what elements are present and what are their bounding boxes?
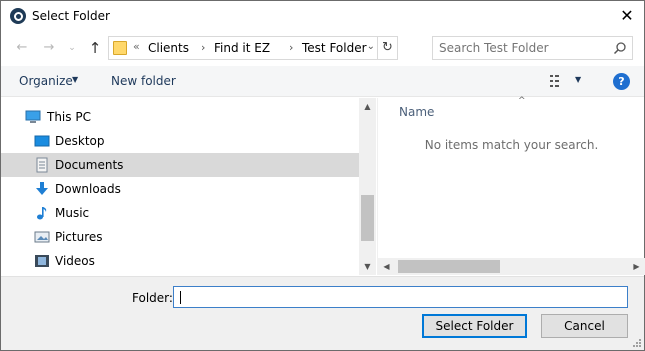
navigation-pane-scrollbar[interactable]: ▲ ▼ [359, 98, 376, 275]
breadcrumb-find-it-ez[interactable]: Find it EZ [214, 41, 270, 55]
file-list-pane: ^ Name No items match your search. ◀ ▶ [377, 96, 645, 275]
forward-arrow-icon[interactable]: → [41, 40, 57, 56]
search-icon[interactable] [613, 41, 627, 55]
tree-item-pictures[interactable]: Pictures [1, 225, 359, 249]
tree-item-label: Desktop [55, 134, 105, 148]
title-bar: Select Folder ✕ [1, 1, 644, 31]
tree-item-label: Videos [55, 254, 95, 268]
tree-item-label: Pictures [55, 230, 103, 244]
view-dropdown-icon[interactable]: ▼ [575, 75, 581, 84]
column-header-name[interactable]: Name [399, 105, 434, 119]
navigation-pane: This PC Desktop Documents Downloads Musi… [1, 98, 376, 275]
view-options-icon[interactable] [550, 75, 568, 87]
back-arrow-icon[interactable]: ← [14, 40, 30, 56]
empty-results-message: No items match your search. [424, 138, 599, 152]
command-toolbar: Organize ▼ New folder ▼ ? [1, 66, 644, 97]
desktop-icon [34, 135, 50, 147]
refresh-icon[interactable]: ↻ [377, 37, 397, 59]
search-box[interactable] [432, 36, 633, 60]
breadcrumb-separator-icon[interactable]: › [201, 41, 205, 54]
app-search-icon [10, 8, 26, 24]
cancel-button[interactable]: Cancel [541, 314, 628, 338]
file-list-horizontal-scrollbar[interactable]: ◀ ▶ [378, 258, 645, 275]
sort-indicator-icon: ^ [518, 96, 526, 106]
scrollbar-thumb[interactable] [398, 260, 500, 273]
select-folder-button[interactable]: Select Folder [422, 314, 527, 338]
window-title: Select Folder [32, 9, 110, 23]
scrollbar-thumb[interactable] [361, 195, 374, 241]
tree-item-label: Music [55, 206, 90, 220]
dialog-footer: Folder: Select Folder Cancel [1, 276, 644, 350]
text-caret [180, 291, 181, 304]
recent-locations-chevron-icon[interactable]: ⌄ [64, 40, 80, 56]
select-folder-dialog: Select Folder ✕ ← → ⌄ ↑ « Clients › Find… [0, 0, 645, 351]
computer-icon [25, 110, 41, 123]
music-icon [37, 207, 47, 220]
tree-item-this-pc[interactable]: This PC [1, 105, 359, 129]
tree-item-label: Documents [55, 158, 124, 172]
organize-dropdown-icon[interactable]: ▼ [72, 75, 78, 84]
tree-item-music[interactable]: Music [1, 201, 359, 225]
address-overflow-icon[interactable]: « [133, 40, 140, 53]
breadcrumb-test-folder[interactable]: Test Folder [302, 41, 367, 55]
address-bar[interactable]: « Clients › Find it EZ › Test Folder ⌄ ↻ [108, 36, 398, 60]
scroll-up-icon[interactable]: ▲ [359, 102, 376, 111]
tree-item-downloads[interactable]: Downloads [1, 177, 359, 201]
pictures-icon [34, 231, 50, 243]
breadcrumb-separator-icon[interactable]: › [289, 41, 293, 54]
downloads-icon [36, 182, 48, 195]
scroll-right-icon[interactable]: ▶ [628, 262, 645, 271]
resize-grip-icon[interactable] [632, 338, 642, 348]
up-arrow-icon[interactable]: ↑ [87, 40, 103, 56]
tree-item-label: Downloads [55, 182, 121, 196]
tree-item-desktop[interactable]: Desktop [1, 129, 359, 153]
tree-item-documents[interactable]: Documents [1, 153, 359, 177]
address-dropdown-icon[interactable]: ⌄ [367, 41, 375, 52]
folder-label: Folder: [132, 291, 173, 305]
breadcrumb-clients[interactable]: Clients [148, 41, 189, 55]
documents-icon [36, 157, 48, 173]
close-button[interactable]: ✕ [610, 1, 644, 31]
navigation-bar: ← → ⌄ ↑ « Clients › Find it EZ › Test Fo… [1, 31, 644, 65]
folder-field[interactable] [173, 286, 628, 308]
scroll-down-icon[interactable]: ▼ [359, 262, 376, 271]
help-icon[interactable]: ? [613, 73, 630, 90]
videos-icon [35, 255, 49, 267]
new-folder-button[interactable]: New folder [111, 74, 176, 88]
scroll-left-icon[interactable]: ◀ [378, 262, 395, 271]
folder-icon [113, 41, 127, 55]
organize-button[interactable]: Organize [19, 74, 73, 88]
tree-item-label: This PC [47, 110, 91, 124]
search-input[interactable] [439, 41, 609, 55]
tree-item-videos[interactable]: Videos [1, 249, 359, 273]
